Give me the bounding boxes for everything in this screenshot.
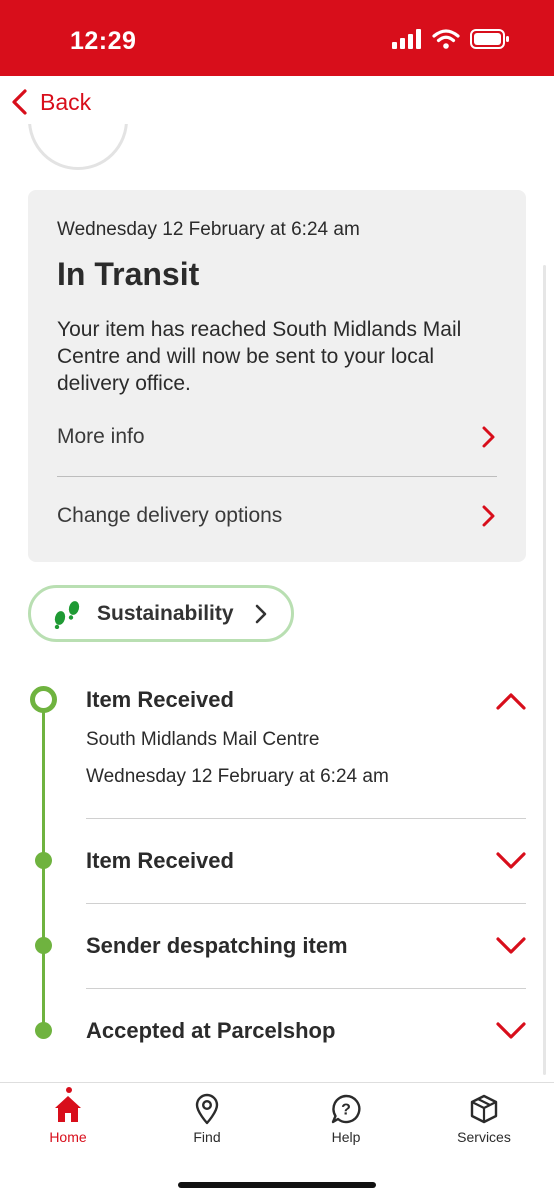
card-divider bbox=[57, 476, 497, 477]
package-icon bbox=[470, 1094, 498, 1124]
event-title[interactable]: Sender despatching item bbox=[86, 933, 348, 959]
more-info-link[interactable]: More info bbox=[57, 417, 497, 457]
event-location: South Midlands Mail Centre bbox=[86, 729, 320, 750]
battery-icon bbox=[470, 29, 509, 49]
tab-services[interactable]: Services bbox=[434, 1093, 534, 1153]
tab-label: Services bbox=[457, 1129, 511, 1145]
status-icons bbox=[392, 29, 510, 49]
timeline-current-marker bbox=[30, 686, 57, 713]
tracking-summary-card: Wednesday 12 February at 6:24 am In Tran… bbox=[28, 190, 526, 562]
change-delivery-link[interactable]: Change delivery options bbox=[57, 496, 497, 536]
scrollbar[interactable] bbox=[543, 265, 546, 1075]
status-title: In Transit bbox=[57, 256, 200, 292]
footprints-icon bbox=[54, 600, 80, 629]
event-title[interactable]: Accepted at Parcelshop bbox=[86, 1018, 335, 1044]
tab-help[interactable]: ? Help bbox=[296, 1093, 396, 1153]
event-divider bbox=[86, 818, 526, 819]
chevron-right-icon bbox=[255, 604, 266, 623]
help-icon: ? bbox=[331, 1094, 361, 1124]
timeline-marker bbox=[35, 937, 52, 954]
tab-label: Home bbox=[49, 1129, 87, 1145]
tab-label: Help bbox=[331, 1129, 361, 1145]
sustainability-label: Sustainability bbox=[97, 601, 234, 625]
chevron-right-icon bbox=[482, 505, 495, 527]
status-time: 12:29 bbox=[70, 27, 137, 55]
active-tab-indicator bbox=[66, 1087, 72, 1093]
timeline-marker bbox=[35, 852, 52, 869]
change-delivery-label: Change delivery options bbox=[57, 504, 283, 527]
event-divider bbox=[86, 988, 526, 989]
more-info-label: More info bbox=[57, 425, 145, 448]
timeline-marker bbox=[35, 1022, 52, 1039]
event-date: Wednesday 12 February at 6:24 am bbox=[86, 766, 389, 787]
home-icon bbox=[55, 1096, 81, 1122]
home-indicator bbox=[178, 1182, 376, 1188]
signal-icon bbox=[392, 29, 421, 49]
event-title[interactable]: Item Received bbox=[86, 687, 234, 713]
chevron-down-icon[interactable] bbox=[495, 1020, 527, 1042]
location-pin-icon bbox=[195, 1093, 219, 1125]
chevron-up-icon[interactable] bbox=[495, 690, 527, 712]
status-bar: 12:29 bbox=[0, 0, 554, 76]
chevron-right-icon bbox=[482, 426, 495, 448]
back-button[interactable]: Back bbox=[10, 88, 91, 116]
svg-text:?: ? bbox=[341, 1102, 351, 1119]
back-label: Back bbox=[40, 88, 92, 115]
tab-home[interactable]: Home bbox=[18, 1093, 118, 1153]
status-description: Your item has reached South Midlands Mai… bbox=[57, 318, 462, 395]
sustainability-button[interactable]: Sustainability bbox=[28, 585, 294, 642]
chevron-down-icon[interactable] bbox=[495, 935, 527, 957]
event-divider bbox=[86, 903, 526, 904]
tab-find[interactable]: Find bbox=[157, 1093, 257, 1153]
chevron-down-icon[interactable] bbox=[495, 850, 527, 872]
tab-label: Find bbox=[193, 1129, 221, 1145]
timeline-line bbox=[42, 710, 45, 1032]
event-title[interactable]: Item Received bbox=[86, 848, 234, 874]
wifi-icon bbox=[432, 29, 460, 49]
status-date: Wednesday 12 February at 6:24 am bbox=[57, 219, 360, 240]
chevron-left-icon bbox=[12, 89, 27, 115]
